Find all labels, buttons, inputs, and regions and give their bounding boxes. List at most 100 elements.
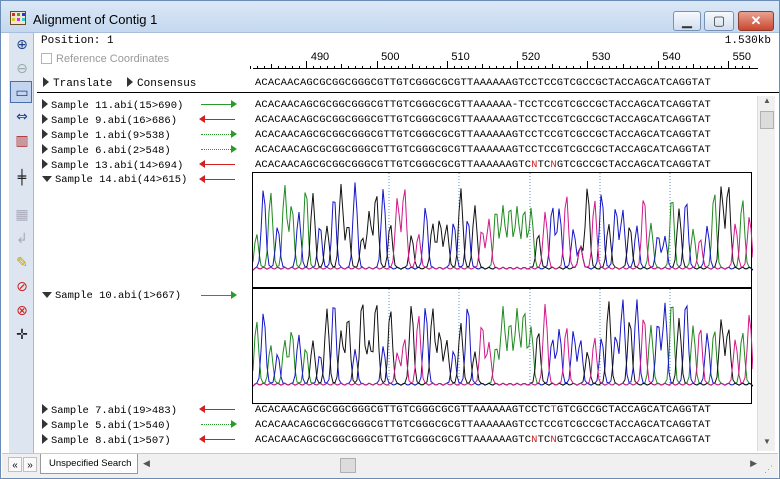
sample-row-label[interactable]: Sample 5.abi(1>540) [42, 419, 171, 432]
nav-prev-button[interactable]: « [8, 457, 22, 472]
minimize-button[interactable]: ▁ [673, 11, 701, 31]
ruler-tick [376, 61, 378, 69]
expand-triangle-icon[interactable] [42, 434, 48, 444]
expand-triangle-icon[interactable] [42, 144, 48, 154]
ruler-tick [552, 64, 554, 69]
sample-row-label[interactable]: Sample 7.abi(19>483) [42, 404, 177, 417]
arrow-shaft [201, 149, 235, 150]
arrow-shaft [201, 409, 235, 410]
highlighter-button[interactable]: ✎ [10, 251, 32, 273]
tab-unspecified-search[interactable]: Unspecified Search [40, 454, 138, 474]
collapse-triangle-icon[interactable] [42, 176, 52, 182]
color-bars-icon: ▥ [15, 133, 29, 149]
sample-name: Sample 6.abi(2>548) [51, 145, 171, 157]
ruler-tick-label: 540 [662, 51, 681, 63]
scroll-left-icon[interactable]: ◀ [143, 458, 150, 469]
forward-direction-icon [199, 100, 237, 110]
ruler-tick [566, 66, 568, 69]
ruler-tick [306, 61, 308, 69]
ruler-tick [728, 61, 730, 69]
alignment-header: Position: 1 1.530kb Reference Coordinate… [37, 33, 779, 71]
ruler-tick [657, 61, 659, 69]
collapse-triangle-icon[interactable] [42, 292, 52, 298]
ruler-tick [285, 66, 287, 69]
resize-grip-icon[interactable]: ⋰ [764, 464, 776, 476]
ruler-tick [278, 66, 280, 69]
slider-icon: ╪ [17, 170, 27, 186]
ruler-tick [397, 66, 399, 69]
zoom-out-button[interactable]: ⊖ [10, 57, 32, 79]
reference-coordinates-checkbox[interactable]: Reference Coordinates [41, 53, 169, 65]
sample-row-label[interactable]: Sample 6.abi(2>548) [42, 144, 171, 157]
forward-direction-icon [199, 420, 237, 430]
ruler-tick [671, 66, 673, 69]
ruler-tick [524, 66, 526, 69]
arrow-head [199, 405, 205, 413]
expand-triangle-icon[interactable] [42, 114, 48, 124]
no-pencil-button[interactable]: ⊗ [10, 299, 32, 321]
expand-triangle-icon[interactable] [42, 404, 48, 414]
horizontal-scrollbar[interactable]: ◀ ▶ [140, 457, 760, 474]
arrow-shaft [201, 104, 235, 105]
ruler-tick-label: 510 [451, 51, 470, 63]
cursor-cross-button[interactable]: ✛ [10, 323, 32, 345]
ruler-tick [531, 66, 533, 69]
ruler-tick [313, 66, 315, 69]
expand-triangle-icon[interactable] [42, 419, 48, 429]
position-label: Position: 1 [41, 35, 114, 47]
expand-triangle-icon[interactable] [42, 159, 48, 169]
sample-name: Sample 14.abi(44>615) [55, 174, 188, 186]
vertical-scrollbar[interactable]: ▲ ▼ [757, 96, 775, 451]
arrow-head [199, 435, 205, 443]
translate-toggle[interactable]: Translate [43, 77, 112, 90]
slider-button[interactable]: ╪ [10, 153, 32, 201]
sample-sequence: ACACAACAGCGCGGCGGGCGTTGTCGGGCGCGTTAAAAAA… [255, 129, 711, 141]
expand-triangle-icon[interactable] [42, 129, 48, 139]
nav-next-button[interactable]: » [23, 457, 37, 472]
ruler-tick [432, 66, 434, 69]
ruler-tick [341, 64, 343, 69]
fit-width-button[interactable]: ⇔ [10, 105, 32, 127]
close-icon: ✕ [750, 13, 762, 28]
scroll-right-icon[interactable]: ▶ [750, 458, 757, 469]
pattern-button[interactable]: ▦ [10, 203, 32, 225]
sample-row-label[interactable]: Sample 13.abi(14>694) [42, 159, 183, 172]
ruler-tick-label: 520 [521, 51, 541, 63]
reverse-direction-icon [199, 175, 237, 185]
trace-t [253, 189, 753, 271]
arrow-shaft [201, 439, 235, 440]
scroll-down-icon[interactable]: ▼ [758, 437, 776, 451]
arrow-head [231, 100, 237, 108]
sample-row-label[interactable]: Sample 10.abi(1>667) [42, 290, 181, 302]
sample-row-label[interactable]: Sample 14.abi(44>615) [42, 174, 187, 186]
reverse-direction-icon [199, 160, 237, 170]
sample-row-label[interactable]: Sample 9.abi(16>686) [42, 114, 177, 127]
ruler-tick [735, 66, 737, 69]
arrow-button[interactable]: ↲ [10, 227, 32, 249]
maximize-button[interactable]: ▢ [704, 11, 734, 31]
window-title: Alignment of Contig 1 [33, 12, 158, 27]
color-bars-button[interactable]: ▥ [10, 129, 32, 151]
ruler-tick [503, 66, 505, 69]
ruler-tick [594, 66, 596, 69]
sample-name: Sample 10.abi(1>667) [55, 290, 182, 302]
arrow-shaft [201, 179, 235, 180]
scroll-up-icon[interactable]: ▲ [758, 96, 776, 110]
consensus-toggle[interactable]: Consensus [127, 77, 196, 90]
sample-sequence: ACACAACAGCGCGGCGGGCGTTGTCGGGCGCGTTAAAAAA… [255, 144, 711, 156]
fit-width-icon: ⇔ [16, 109, 28, 125]
select-region-button[interactable]: ▭ [10, 81, 32, 103]
horizontal-scroll-thumb[interactable] [340, 458, 356, 473]
forward-direction-icon [199, 145, 237, 155]
zoom-in-button[interactable]: ⊕ [10, 33, 32, 55]
ruler-tick [327, 66, 329, 69]
close-button[interactable]: ✕ [738, 11, 774, 31]
sample-row-label[interactable]: Sample 8.abi(1>507) [42, 434, 171, 447]
vertical-scroll-thumb[interactable] [760, 111, 774, 129]
ruler-tick [650, 66, 652, 69]
expand-triangle-icon[interactable] [42, 99, 48, 109]
sample-row-label[interactable]: Sample 1.abi(9>538) [42, 129, 171, 142]
sample-row-label[interactable]: Sample 11.abi(15>690) [42, 99, 183, 112]
ruler-tick [678, 66, 680, 69]
no-entry-button[interactable]: ⊘ [10, 275, 32, 297]
